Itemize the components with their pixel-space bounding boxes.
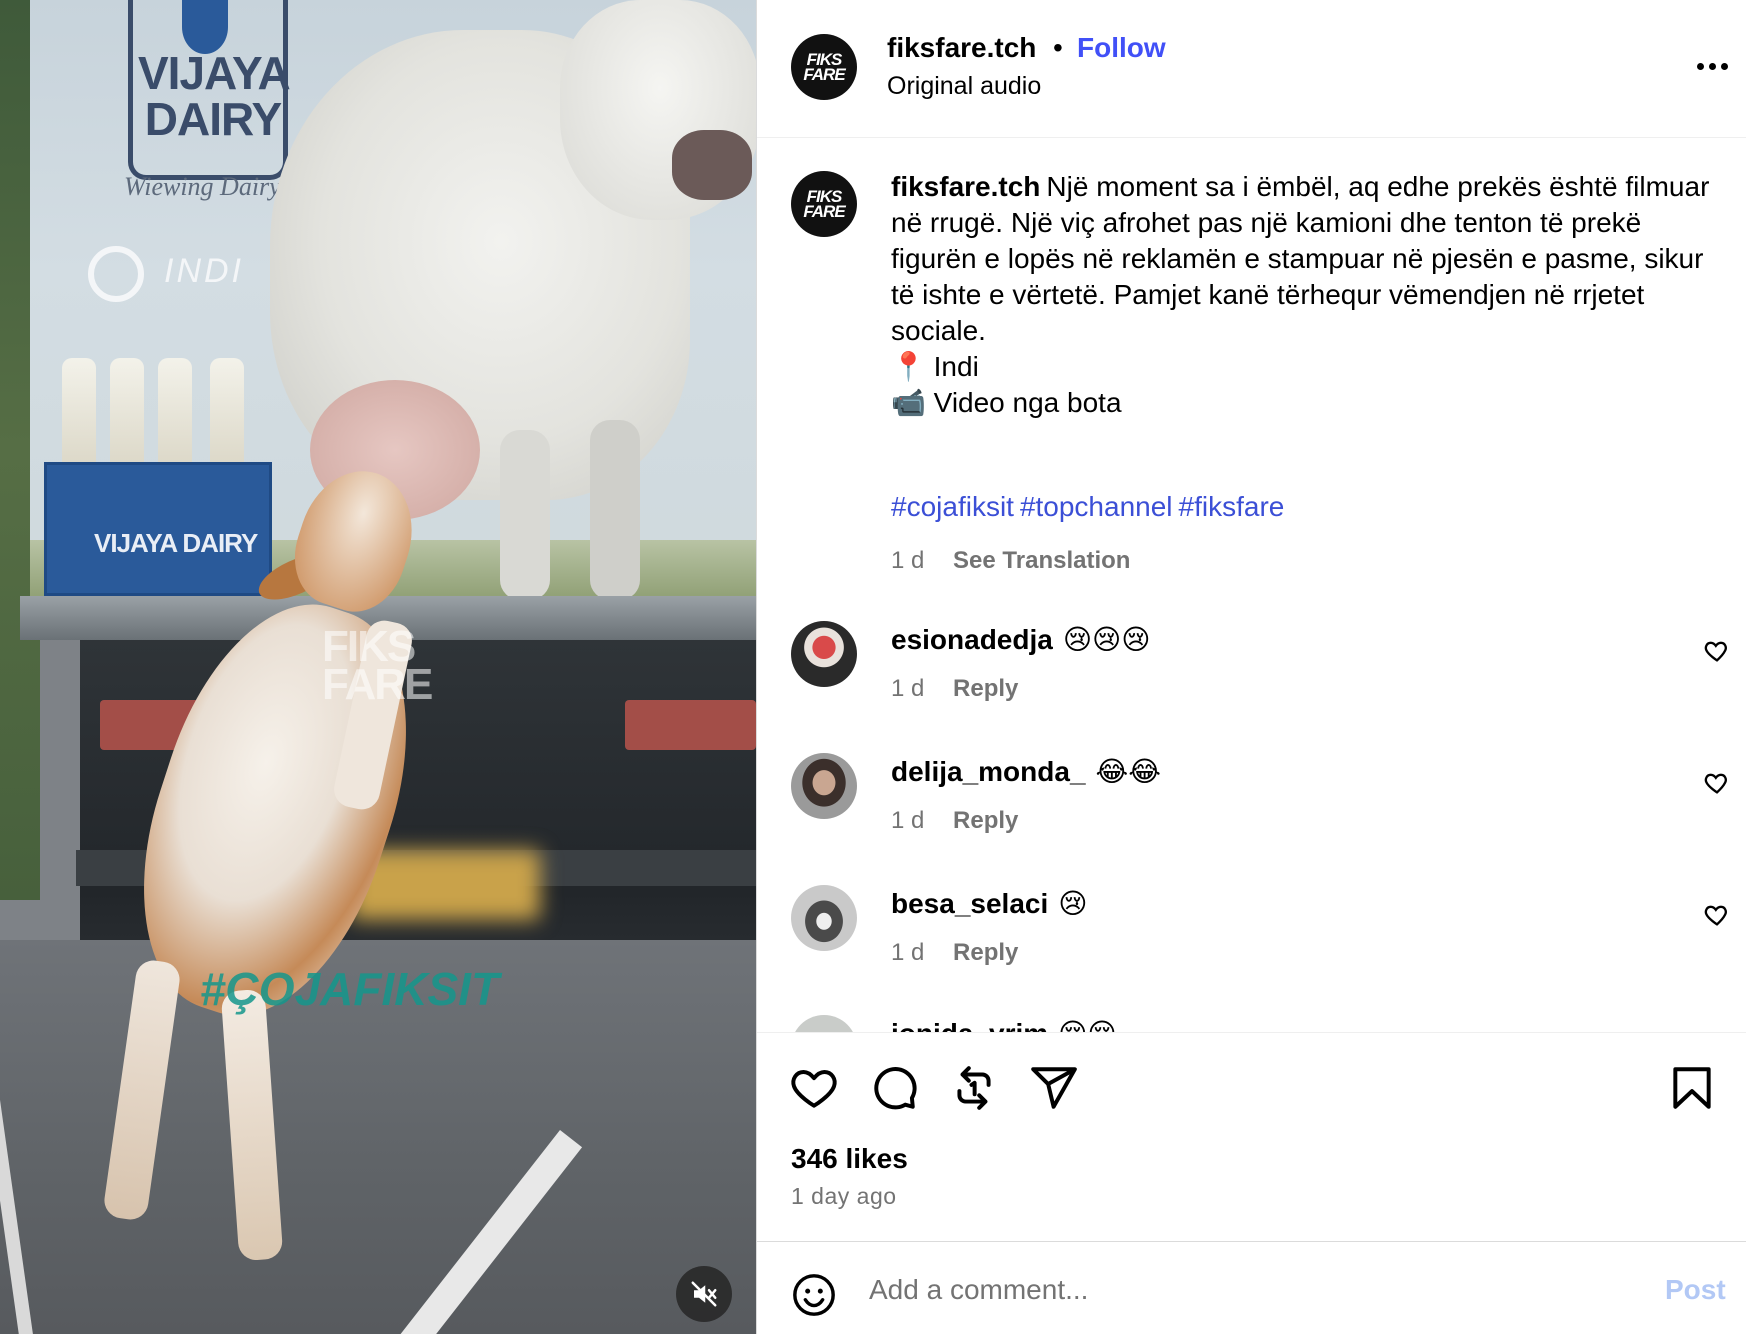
comment-text: 😂😂 (1095, 756, 1161, 787)
emoji-icon[interactable] (791, 1272, 837, 1318)
cow-nose (672, 130, 752, 200)
comment-item: esionadedja 😢😢😢 (891, 623, 1150, 656)
commenter-avatar[interactable] (791, 621, 857, 687)
heart-icon[interactable] (789, 1063, 839, 1113)
cow-leg (500, 430, 550, 600)
see-translation-button[interactable]: See Translation (953, 547, 1130, 574)
cow-leg (590, 420, 640, 600)
reel-video[interactable]: VIJAYA DAIRY Wiewing Dairy INDI VIJAYA D… (0, 0, 756, 1334)
commenter-avatar[interactable] (791, 885, 857, 951)
bookmark-icon[interactable] (1667, 1063, 1717, 1113)
author-avatar[interactable]: FIKS FARE (791, 34, 857, 100)
milk-bottle (110, 358, 144, 466)
crate-label: VIJAYA DAIRY (94, 528, 258, 558)
post-header: FIKS FARE fiksfare.tch • Follow Original… (757, 0, 1746, 138)
caption-hashtags: #cojafiksit #topchannel #fiksfare (891, 491, 1290, 523)
reply-button[interactable]: Reply (953, 939, 1018, 966)
dairy-tagline: Wiewing Dairy (124, 172, 281, 201)
watermark-hashtag: #ÇOJAFIKSIT (200, 963, 500, 1015)
comment-time: 1 d (891, 675, 925, 702)
hashtag-link[interactable]: #topchannel (1020, 491, 1173, 522)
caption-video-source: 📹 Video nga bota (891, 387, 1122, 418)
milk-bottle (62, 358, 96, 466)
indi-label: INDI (164, 252, 244, 290)
comment-meta: 1 d Reply (891, 807, 1018, 835)
hashtag-link[interactable]: #cojafiksit (891, 491, 1014, 522)
comment-meta: 1 d Reply (891, 675, 1018, 703)
caption-avatar[interactable]: FIKS FARE (791, 171, 857, 237)
repost-icon[interactable] (949, 1063, 999, 1113)
caption-location: 📍 Indi (891, 351, 979, 382)
likes-count[interactable]: 346 likes (791, 1143, 908, 1175)
hashtag-link[interactable]: #fiksfare (1179, 491, 1285, 522)
post-sidebar: FIKS FARE fiksfare.tch • Follow Original… (756, 0, 1746, 1334)
post-timestamp: 1 day ago (791, 1183, 897, 1209)
follow-button[interactable]: Follow (1077, 32, 1166, 64)
original-audio-link[interactable]: Original audio (887, 72, 1041, 101)
comment-time: 1 d (891, 807, 925, 834)
post-comment-button[interactable]: Post (1665, 1274, 1726, 1306)
separator-dot: • (1053, 32, 1063, 63)
comment-item: ionida_vrim 😢😢 (891, 1017, 1117, 1032)
comment-item: besa_selaci 😢 (891, 887, 1087, 920)
commenter-avatar[interactable] (791, 753, 857, 819)
watermark-logo: FIKS FARE (322, 622, 433, 709)
reply-button[interactable]: Reply (953, 807, 1018, 834)
speaker-muted-icon (691, 1281, 717, 1307)
comment-like-heart-icon[interactable] (1703, 901, 1731, 929)
comment-input[interactable] (869, 1264, 1569, 1316)
comment-username[interactable]: delija_monda_ (891, 756, 1086, 787)
comment-like-heart-icon[interactable] (1703, 769, 1731, 797)
comment-meta: 1 d Reply (891, 939, 1018, 967)
comment-text: 😢😢😢 (1062, 624, 1151, 655)
milk-bottle (210, 358, 244, 466)
comment-item: delija_monda_ 😂😂 (891, 755, 1161, 788)
indi-wheel-logo (88, 246, 144, 302)
comment-username[interactable]: ionida_vrim (891, 1018, 1048, 1032)
comment-time: 1 d (891, 939, 925, 966)
dairy-logo-text: VIJAYA DAIRY (138, 47, 291, 145)
more-options-icon[interactable] (1692, 48, 1732, 84)
comments-list[interactable]: FIKS FARE fiksfare.tch Një moment sa i ëm… (757, 139, 1746, 1032)
comment-text: 😢 (1058, 888, 1088, 919)
commenter-avatar[interactable] (791, 1015, 857, 1032)
author-username[interactable]: fiksfare.tch (887, 32, 1036, 64)
share-icon[interactable] (1029, 1063, 1079, 1113)
comment-username[interactable]: esionadedja (891, 624, 1053, 655)
comment-like-heart-icon[interactable] (1703, 637, 1731, 665)
comment-username[interactable]: besa_selaci (891, 888, 1048, 919)
comment-composer: Post (757, 1241, 1746, 1334)
mute-button[interactable] (676, 1266, 732, 1322)
caption-username[interactable]: fiksfare.tch (891, 171, 1040, 202)
comment-icon[interactable] (869, 1063, 919, 1113)
caption-time: 1 d (891, 547, 925, 574)
caption-meta: 1 d See Translation (891, 547, 1130, 575)
reply-button[interactable]: Reply (953, 675, 1018, 702)
post-caption: fiksfare.tch Një moment sa i ëmbël, aq ed… (891, 169, 1711, 349)
tail-light (625, 700, 756, 750)
comment-text: 😢😢 (1058, 1018, 1116, 1032)
milk-bottle (158, 358, 192, 466)
post-actions: 346 likes 1 day ago (757, 1032, 1746, 1242)
